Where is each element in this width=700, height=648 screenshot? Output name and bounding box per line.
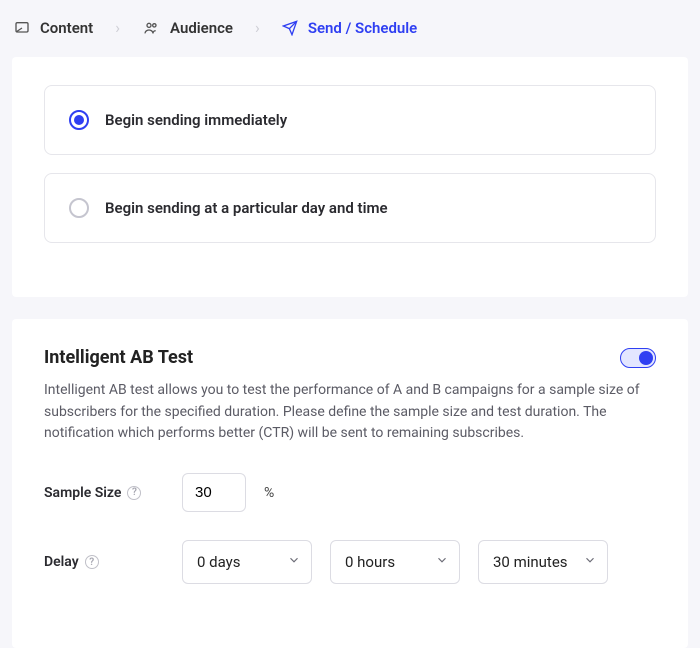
breadcrumb-step-audience[interactable]: Audience [142, 19, 233, 37]
breadcrumb: Content › Audience › Send / Schedule [0, 0, 700, 57]
ab-test-panel: Intelligent AB Test Intelligent AB test … [12, 319, 688, 648]
delay-minutes-select[interactable]: 30 minutes [478, 540, 608, 584]
radio-label: Begin sending at a particular day and ti… [105, 199, 388, 217]
breadcrumb-label: Audience [170, 19, 233, 37]
sample-size-label: Sample Size ? [44, 485, 164, 501]
help-icon[interactable]: ? [127, 486, 141, 500]
option-send-scheduled[interactable]: Begin sending at a particular day and ti… [44, 173, 656, 243]
chevron-right-icon: › [255, 18, 260, 37]
audience-icon [142, 20, 160, 36]
content-icon [14, 20, 30, 36]
chevron-down-icon [583, 553, 597, 571]
sample-size-row: Sample Size ? % [44, 473, 656, 512]
breadcrumb-step-content[interactable]: Content [14, 19, 93, 37]
radio-label: Begin sending immediately [105, 111, 287, 129]
option-send-immediately[interactable]: Begin sending immediately [44, 85, 656, 155]
ab-test-description: Intelligent AB test allows you to test t… [44, 380, 656, 445]
breadcrumb-label: Send / Schedule [308, 19, 417, 37]
radio-icon [69, 110, 89, 130]
sending-options-panel: Begin sending immediately Begin sending … [12, 57, 688, 297]
breadcrumb-step-send-schedule[interactable]: Send / Schedule [282, 19, 417, 37]
radio-icon [69, 198, 89, 218]
delay-label: Delay ? [44, 554, 164, 570]
chevron-right-icon: › [115, 18, 120, 37]
ab-test-toggle[interactable] [620, 348, 656, 368]
delay-hours-select[interactable]: 0 hours [330, 540, 460, 584]
chevron-down-icon [287, 553, 301, 571]
sample-size-input[interactable] [182, 473, 246, 512]
breadcrumb-label: Content [40, 19, 93, 37]
delay-days-select[interactable]: 0 days [182, 540, 312, 584]
sample-size-unit: % [264, 485, 274, 501]
delay-row: Delay ? 0 days 0 hours 30 minutes [44, 540, 656, 584]
ab-test-title: Intelligent AB Test [44, 347, 193, 368]
chevron-down-icon [435, 553, 449, 571]
send-icon [282, 20, 298, 36]
help-icon[interactable]: ? [85, 555, 99, 569]
